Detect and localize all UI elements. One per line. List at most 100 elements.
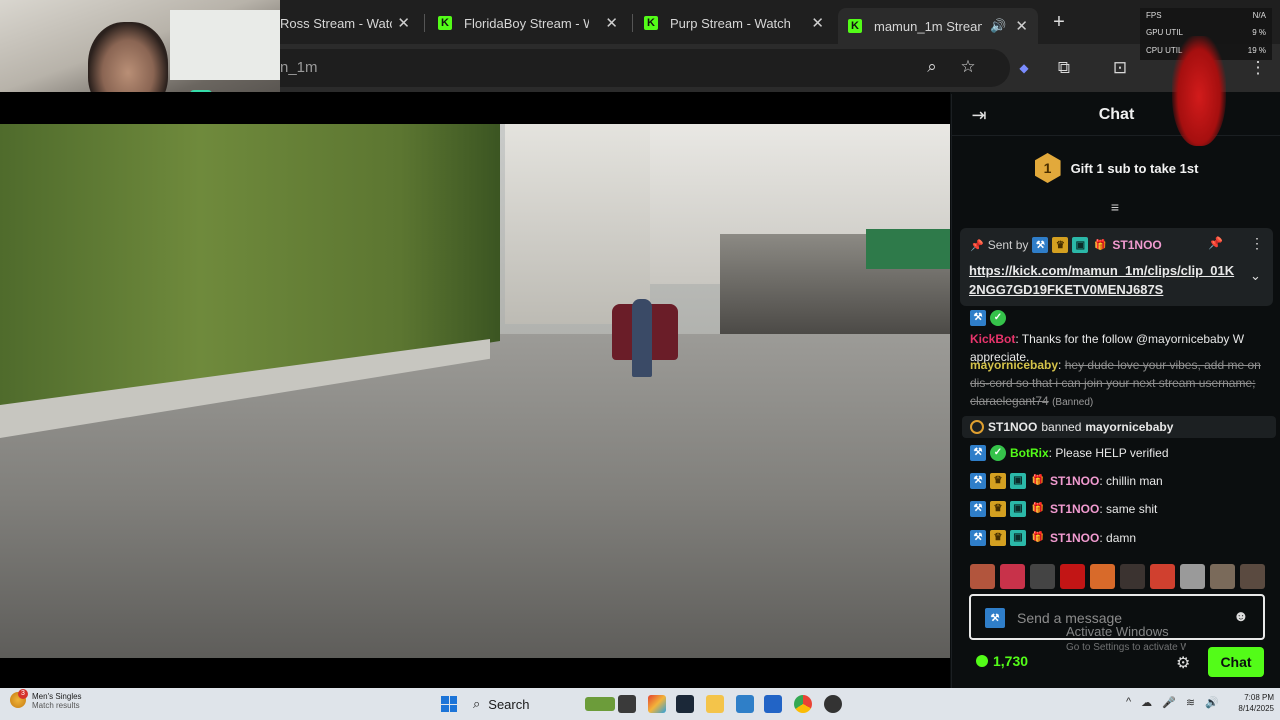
- pinned-clip-link[interactable]: https://kick.com/mamun_1m/clips/clip_01K…: [969, 261, 1241, 299]
- perf-label: FPS: [1146, 11, 1162, 20]
- pinned-sender[interactable]: ST1NOO: [1112, 238, 1161, 252]
- chat-username[interactable]: mayornicebaby: [970, 358, 1058, 372]
- tab-title: mamun_1m Stream - Watch Live: [874, 18, 982, 34]
- perf-label: GPU UTIL: [1146, 28, 1183, 37]
- network-icon[interactable]: ☁: [1141, 696, 1152, 709]
- puzzle-icon[interactable]: ⧉: [1052, 56, 1076, 80]
- chevron-down-icon[interactable]: ⌄: [1250, 268, 1261, 284]
- pin-icon: 📌: [970, 239, 984, 252]
- settings-gear-icon[interactable]: ⚙: [1176, 653, 1190, 673]
- volume-icon[interactable]: 🔊: [1205, 696, 1219, 709]
- address-bar[interactable]: n_1m ⌕ ☆: [180, 49, 1010, 87]
- clock-date: 8/14/2025: [1238, 704, 1274, 713]
- pinned-header: 📌 Sent by ⚒ ♛ ▣ 🎁 ST1NOO: [970, 237, 1162, 253]
- browser-tab[interactable]: K Purp Stream - Watch Live ✕: [634, 8, 834, 38]
- tab-separator: [632, 14, 633, 32]
- microphone-icon[interactable]: 🎤: [1162, 696, 1176, 709]
- chat-title: Chat: [1098, 106, 1135, 123]
- ban-icon: [970, 420, 984, 434]
- emote-avatar[interactable]: [1000, 564, 1025, 589]
- browser-tab[interactable]: K FloridaBoy Stream - Watch Live ✕: [428, 8, 628, 38]
- perf-value: N/A: [1252, 11, 1266, 20]
- chat-username[interactable]: BotRix: [1010, 446, 1049, 460]
- chat-username[interactable]: ST1NOO: [1050, 502, 1099, 516]
- subscriber-badge-icon: ▣: [1072, 237, 1089, 253]
- crown-badge-icon: ♛: [990, 473, 1006, 489]
- browser-tab-active[interactable]: K mamun_1m Stream - Watch Live 🔊 ✕: [838, 8, 1038, 44]
- video-frame[interactable]: [0, 124, 950, 658]
- close-tab-icon[interactable]: ✕: [397, 14, 410, 32]
- gift-rank-badge: 1: [1034, 153, 1061, 183]
- widget-subtitle: Match results: [32, 701, 80, 710]
- emote-avatar[interactable]: [1060, 564, 1085, 589]
- copilot-icon[interactable]: [648, 695, 666, 713]
- chevron-up-icon[interactable]: ^: [1126, 696, 1131, 709]
- moderator-badge-icon: ⚒: [970, 473, 986, 489]
- browser-tab[interactable]: Ross Stream - Watch Live ✕: [270, 8, 420, 38]
- start-button-icon[interactable]: [441, 696, 457, 712]
- ban-actor[interactable]: ST1NOO: [988, 418, 1037, 436]
- clock[interactable]: 7:08 PM 8/14/2025: [1226, 692, 1274, 714]
- emote-avatar[interactable]: [970, 564, 995, 589]
- emote-avatar[interactable]: [1240, 564, 1265, 589]
- points-value: 1,730: [993, 653, 1029, 669]
- ban-target[interactable]: mayornicebaby: [1085, 418, 1173, 436]
- moderator-badge-icon: ⚒: [970, 310, 986, 326]
- pinned-message: 📌 Sent by ⚒ ♛ ▣ 🎁 ST1NOO 📌 ⋮ ⌄ https://k…: [960, 228, 1273, 306]
- steam-icon[interactable]: [676, 695, 694, 713]
- sent-by-label: Sent by: [987, 238, 1029, 252]
- extension-icon[interactable]: ◆: [1012, 56, 1036, 80]
- emote-avatar[interactable]: [1090, 564, 1115, 589]
- emote-avatar[interactable]: [1210, 564, 1235, 589]
- wifi-icon[interactable]: ≋: [1186, 696, 1195, 709]
- obs-icon[interactable]: [824, 695, 842, 713]
- close-tab-icon[interactable]: ✕: [605, 14, 618, 32]
- filter-icon[interactable]: ≡: [1106, 200, 1124, 214]
- send-chat-button[interactable]: Chat: [1208, 647, 1264, 677]
- red-avatar-overlay: [1172, 36, 1226, 146]
- star-icon[interactable]: ☆: [956, 55, 980, 79]
- unpin-icon[interactable]: 📌: [1208, 236, 1223, 250]
- chat-message: ⚒ ♛ ▣ 🎁 ST1NOO: damn: [970, 529, 1266, 547]
- moderator-badge-icon: ⚒: [985, 608, 1005, 628]
- gift-sub-banner[interactable]: 1 Gift 1 sub to take 1st: [952, 150, 1280, 186]
- clock-time: 7:08 PM: [1244, 693, 1274, 702]
- perf-value: 9 %: [1252, 28, 1266, 37]
- tab-title: Purp Stream - Watch Live: [670, 15, 795, 31]
- new-tab-button[interactable]: +: [1046, 10, 1072, 36]
- emoji-icon[interactable]: ☻: [1233, 608, 1249, 625]
- emote-avatar[interactable]: [1030, 564, 1055, 589]
- channel-points[interactable]: 1,730: [976, 653, 1028, 669]
- verified-badge-icon: ✓: [990, 310, 1006, 326]
- taskbar-search[interactable]: ⌕ Search: [465, 692, 615, 716]
- speaker-icon[interactable]: 🔊: [990, 18, 1006, 34]
- chat-text: same shit: [1106, 502, 1158, 516]
- video-pedestrian: [632, 299, 652, 377]
- activate-windows-title: Activate Windows: [1066, 624, 1169, 639]
- file-explorer-icon[interactable]: [706, 695, 724, 713]
- search-highlight-icon: [585, 697, 615, 711]
- chat-header: ⇥ Chat: [952, 94, 1280, 136]
- emote-avatar[interactable]: [1150, 564, 1175, 589]
- chat-username[interactable]: KickBot: [970, 332, 1015, 346]
- task-view-icon[interactable]: [618, 695, 636, 713]
- close-tab-icon[interactable]: ✕: [1015, 17, 1028, 35]
- close-tab-icon[interactable]: ✕: [811, 14, 824, 32]
- screen-search-icon[interactable]: ⊡: [1108, 56, 1132, 80]
- moderator-badge-icon: ⚒: [970, 445, 986, 461]
- moderator-badge-icon: ⚒: [970, 501, 986, 517]
- tab-title: FloridaBoy Stream - Watch Live: [464, 15, 589, 31]
- chrome-icon[interactable]: [794, 695, 812, 713]
- gift-badge-icon: 🎁: [1031, 475, 1045, 486]
- mail-icon[interactable]: [736, 695, 754, 713]
- emote-avatar[interactable]: [1120, 564, 1145, 589]
- chat-username[interactable]: ST1NOO: [1050, 531, 1099, 545]
- more-options-icon[interactable]: ⋮: [1250, 235, 1264, 252]
- kick-logo-icon: K: [438, 16, 452, 30]
- news-widget[interactable]: 3 Men's Singles Match results: [10, 689, 82, 710]
- video-shop-sign: [866, 229, 950, 269]
- store-icon[interactable]: [764, 695, 782, 713]
- zoom-icon[interactable]: ⌕: [920, 55, 944, 79]
- chat-username[interactable]: ST1NOO: [1050, 474, 1099, 488]
- emote-avatar[interactable]: [1180, 564, 1205, 589]
